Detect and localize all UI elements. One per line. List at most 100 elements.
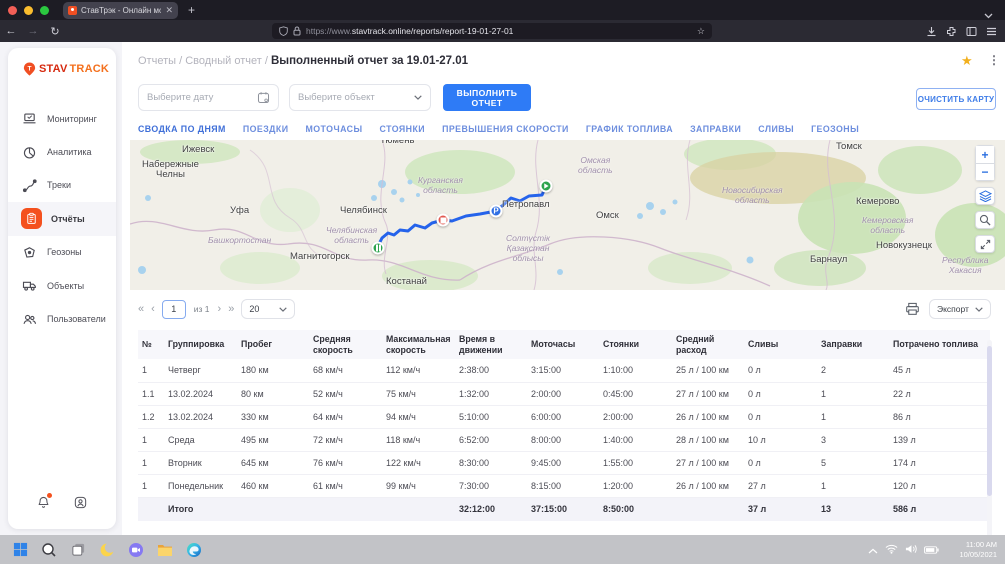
maximize-window-button[interactable]	[40, 6, 49, 15]
extensions-icon[interactable]	[946, 26, 957, 37]
column-header[interactable]: Потрачено топлива	[889, 330, 990, 359]
table-row[interactable]: 1Четверг180 км68 км/ч112 км/ч2:38:003:15…	[138, 359, 990, 382]
table-total-cell: 586 л	[889, 497, 990, 521]
table-cell: 13.02.2024	[164, 382, 237, 405]
table-cell: 99 км/ч	[382, 474, 455, 497]
kebab-menu-icon[interactable]: ⋮	[988, 53, 1000, 67]
battery-icon[interactable]	[924, 541, 939, 559]
close-tab-icon[interactable]: ✕	[165, 6, 173, 15]
route-parking-marker[interactable]: P	[490, 205, 503, 218]
column-header[interactable]: Максимальная скорость	[382, 330, 455, 359]
table-total-cell: 8:50:00	[599, 497, 672, 521]
wifi-icon[interactable]	[885, 541, 898, 559]
clear-map-button[interactable]: ОЧИСТИТЬ КАРТУ	[916, 88, 996, 110]
breadcrumb-summary-report[interactable]: Сводный отчет	[185, 55, 262, 67]
volume-icon[interactable]	[905, 541, 917, 559]
url-bar[interactable]: https://www.stavtrack.online/reports/rep…	[272, 23, 712, 39]
edge-icon[interactable]	[185, 541, 203, 559]
menu-hamburger-icon[interactable]	[986, 27, 997, 36]
last-page-button[interactable]: »	[228, 303, 233, 315]
column-header[interactable]: Группировка	[164, 330, 237, 359]
table-row[interactable]: 1.113.02.202480 км52 км/ч75 км/ч1:32:002…	[138, 382, 990, 405]
table-scrollbar[interactable]	[987, 340, 992, 552]
page-size-value: 20	[249, 304, 259, 314]
route-stop-marker[interactable]	[437, 214, 450, 227]
browser-tab[interactable]: СтавТрэк - Онлайн мониторин ✕	[63, 2, 178, 19]
layers-button[interactable]	[975, 187, 995, 205]
table-cell: Среда	[164, 428, 237, 451]
first-page-button[interactable]: «	[138, 303, 143, 315]
date-picker-field[interactable]: Выберите дату	[138, 84, 279, 111]
breadcrumb-reports[interactable]: Отчеты	[138, 55, 176, 67]
table-cell: 10 л	[744, 428, 817, 451]
column-header[interactable]: Средняя скорость	[309, 330, 382, 359]
users-icon	[21, 311, 38, 328]
page-number-input[interactable]	[162, 300, 186, 319]
taskbar-clock[interactable]: 11:00 AM 10/05/2021	[959, 540, 997, 559]
sidebar-item-мониторинг[interactable]: Мониторинг	[8, 102, 116, 135]
screen: СтавТрэк - Онлайн мониторин ✕ + ← → ↻ ht…	[0, 0, 1005, 564]
sidebar-item-пользователи[interactable]: Пользователи	[8, 302, 116, 335]
sidebar-item-отчёты[interactable]: Отчёты	[8, 202, 116, 235]
object-select[interactable]: Выберите объект	[289, 84, 431, 111]
back-icon[interactable]: ←	[0, 25, 22, 37]
forward-icon[interactable]: →	[22, 25, 44, 37]
bookmark-star-icon[interactable]: ☆	[697, 26, 705, 37]
file-explorer-icon[interactable]	[156, 541, 174, 559]
moon-icon[interactable]	[98, 541, 116, 559]
sidebar-item-label: Отчёты	[51, 214, 85, 224]
next-page-button[interactable]: ›	[218, 303, 221, 315]
favorite-star-icon[interactable]: ★	[961, 53, 973, 69]
search-icon[interactable]	[40, 541, 58, 559]
zoom-in-button[interactable]: +	[975, 145, 995, 163]
table-row[interactable]: 1.213.02.2024330 км64 км/ч94 км/ч5:10:00…	[138, 405, 990, 428]
sidebar-item-аналитика[interactable]: Аналитика	[8, 135, 116, 168]
table-cell: 94 км/ч	[382, 405, 455, 428]
sidebar-item-треки[interactable]: Треки	[8, 169, 116, 202]
prev-page-button[interactable]: ‹	[151, 303, 154, 315]
column-header[interactable]: Время в движении	[455, 330, 527, 359]
new-tab-button[interactable]: +	[188, 3, 195, 17]
sidebar-item-объекты[interactable]: Объекты	[8, 269, 116, 302]
table-total-cell	[237, 497, 309, 521]
column-header[interactable]: Средний расход	[672, 330, 744, 359]
sidebar-item-геозоны[interactable]: Геозоны	[8, 236, 116, 269]
task-view-icon[interactable]	[69, 541, 87, 559]
video-chat-icon[interactable]	[127, 541, 145, 559]
reload-icon[interactable]: ↻	[44, 25, 66, 38]
calendar-icon	[257, 91, 270, 104]
column-header[interactable]: №	[138, 330, 164, 359]
table-row[interactable]: 1Среда495 км72 км/ч118 км/ч6:52:008:00:0…	[138, 428, 990, 451]
sidebar-panel-icon[interactable]	[966, 26, 977, 37]
zoom-out-button[interactable]: −	[975, 163, 995, 181]
account-button[interactable]	[73, 495, 88, 515]
fullscreen-button[interactable]	[975, 235, 995, 253]
route-pause-marker[interactable]	[372, 242, 385, 255]
column-header[interactable]: Стоянки	[599, 330, 672, 359]
table-row[interactable]: 1Вторник645 км76 км/ч122 км/ч8:30:009:45…	[138, 451, 990, 474]
column-header[interactable]: Заправки	[817, 330, 889, 359]
column-header[interactable]: Сливы	[744, 330, 817, 359]
map-search-button[interactable]	[975, 211, 995, 229]
print-icon[interactable]	[905, 302, 920, 316]
map[interactable]: ИжевскНабережные ЧелныУфаЧелябинскМагнит…	[130, 140, 1005, 290]
export-select[interactable]: Экспорт	[929, 299, 991, 319]
page-size-select[interactable]: 20	[241, 299, 295, 319]
notifications-button[interactable]	[36, 495, 51, 515]
column-header[interactable]: Моточасы	[527, 330, 599, 359]
close-window-button[interactable]	[8, 6, 17, 15]
map-city-label: Барнаул	[810, 255, 847, 265]
route-start-marker[interactable]	[540, 180, 553, 193]
minimize-window-button[interactable]	[24, 6, 33, 15]
table-cell: 8:30:00	[455, 451, 527, 474]
scrollbar-thumb[interactable]	[987, 346, 992, 496]
column-header[interactable]: Пробег	[237, 330, 309, 359]
start-icon[interactable]	[11, 541, 29, 559]
table-cell: 112 км/ч	[382, 359, 455, 382]
downloads-icon[interactable]	[926, 26, 937, 37]
table-cell: 174 л	[889, 451, 990, 474]
chevron-up-icon[interactable]	[868, 541, 878, 559]
table-total-cell: 32:12:00	[455, 497, 527, 521]
table-row[interactable]: 1Понедельник460 км61 км/ч99 км/ч7:30:008…	[138, 474, 990, 497]
run-report-button[interactable]: ВЫПОЛНИТЬ ОТЧЕТ	[443, 84, 531, 111]
